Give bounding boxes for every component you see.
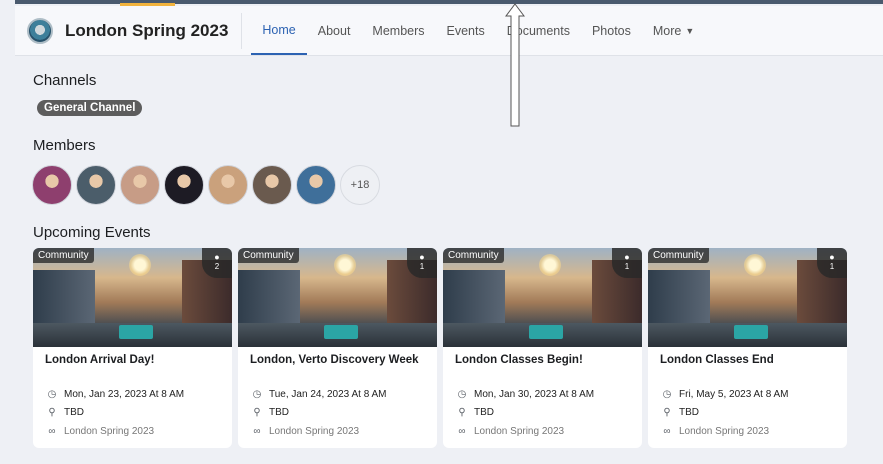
attendee-count-badge: ● 1 bbox=[817, 248, 847, 278]
attendee-count: 1 bbox=[829, 262, 835, 271]
event-title[interactable]: London, Verto Discovery Week bbox=[250, 353, 425, 385]
event-title[interactable]: London Classes Begin! bbox=[455, 353, 630, 385]
event-location: TBD bbox=[474, 407, 494, 419]
group-name[interactable]: London Spring 2023 bbox=[65, 21, 228, 41]
avatar[interactable] bbox=[120, 165, 160, 205]
event-group[interactable]: London Spring 2023 bbox=[269, 426, 359, 437]
nav-tabs: Home About Members Events Documents Phot… bbox=[251, 6, 705, 55]
members-title: Members bbox=[33, 137, 96, 154]
person-icon: ● bbox=[214, 252, 220, 262]
event-card[interactable]: Community ● 1 London Classes Begin! ◷ Mo… bbox=[443, 248, 642, 448]
tab-more[interactable]: More ▼ bbox=[642, 6, 705, 55]
event-card[interactable]: Community ● 1 London, Verto Discovery We… bbox=[238, 248, 437, 448]
channel-general[interactable]: General Channel bbox=[37, 100, 143, 116]
event-datetime-row: ◷ Mon, Jan 23, 2023 At 8 AM bbox=[45, 385, 220, 404]
event-category-tag: Community bbox=[238, 248, 299, 263]
event-location: TBD bbox=[679, 407, 699, 419]
group-icon: ∞ bbox=[253, 425, 261, 437]
group-icon: ∞ bbox=[48, 425, 56, 437]
event-image: Community ● 1 bbox=[443, 248, 642, 347]
avatar[interactable] bbox=[164, 165, 204, 205]
attendee-count: 2 bbox=[214, 262, 220, 271]
event-datetime-row: ◷ Fri, May 5, 2023 At 8 AM bbox=[660, 385, 835, 404]
channels-title: Channels bbox=[33, 72, 97, 89]
event-datetime: Mon, Jan 23, 2023 At 8 AM bbox=[64, 388, 185, 400]
event-group-row: ∞ London Spring 2023 bbox=[45, 422, 220, 441]
group-logo[interactable] bbox=[27, 17, 53, 44]
event-card[interactable]: Community ● 1 London Classes End ◷ Fri, … bbox=[648, 248, 847, 448]
map-pin-icon: ⚲ bbox=[253, 407, 261, 419]
event-group[interactable]: London Spring 2023 bbox=[64, 426, 154, 437]
event-image: Community ● 1 bbox=[648, 248, 847, 347]
attendee-count-badge: ● 1 bbox=[612, 248, 642, 278]
up-arrow-annotation bbox=[505, 3, 525, 127]
group-icon: ∞ bbox=[458, 425, 466, 437]
event-group-row: ∞ London Spring 2023 bbox=[660, 422, 835, 441]
tab-photos[interactable]: Photos bbox=[581, 6, 642, 55]
event-category-tag: Community bbox=[33, 248, 94, 263]
events-list: Community ● 2 London Arrival Day! ◷ Mon,… bbox=[33, 248, 853, 448]
avatar[interactable] bbox=[296, 165, 336, 205]
attendee-count: 1 bbox=[419, 262, 425, 271]
event-group-row: ∞ London Spring 2023 bbox=[250, 422, 425, 441]
clock-icon: ◷ bbox=[662, 388, 672, 400]
avatar[interactable] bbox=[32, 165, 72, 205]
attendee-count-badge: ● 2 bbox=[202, 248, 232, 278]
event-meta: ◷ Tue, Jan 24, 2023 At 8 AM ⚲ TBD ∞ Lond… bbox=[250, 385, 425, 441]
event-datetime: Mon, Jan 30, 2023 At 8 AM bbox=[474, 388, 595, 400]
group-navbar: London Spring 2023 Home About Members Ev… bbox=[15, 6, 883, 56]
attendee-count: 1 bbox=[624, 262, 630, 271]
event-meta: ◷ Mon, Jan 30, 2023 At 8 AM ⚲ TBD ∞ Lond… bbox=[455, 385, 630, 441]
clock-icon: ◷ bbox=[252, 388, 262, 400]
tab-more-label: More bbox=[652, 23, 682, 38]
tab-home[interactable]: Home bbox=[251, 6, 307, 55]
nav-divider bbox=[241, 12, 243, 49]
event-title[interactable]: London Arrival Day! bbox=[45, 353, 220, 385]
event-image: Community ● 2 bbox=[33, 248, 232, 347]
person-icon: ● bbox=[419, 252, 425, 262]
upcoming-events-title: Upcoming Events bbox=[33, 224, 151, 241]
clock-icon: ◷ bbox=[47, 388, 57, 400]
person-icon: ● bbox=[624, 252, 630, 262]
event-location-row: ⚲ TBD bbox=[660, 404, 835, 423]
event-datetime-row: ◷ Tue, Jan 24, 2023 At 8 AM bbox=[250, 385, 425, 404]
attendee-count-badge: ● 1 bbox=[407, 248, 437, 278]
event-datetime: Fri, May 5, 2023 At 8 AM bbox=[679, 388, 789, 400]
tab-members[interactable]: Members bbox=[361, 6, 435, 55]
event-meta: ◷ Fri, May 5, 2023 At 8 AM ⚲ TBD ∞ Londo… bbox=[660, 385, 835, 441]
avatar[interactable] bbox=[252, 165, 292, 205]
avatar[interactable] bbox=[208, 165, 248, 205]
event-datetime-row: ◷ Mon, Jan 30, 2023 At 8 AM bbox=[455, 385, 630, 404]
map-pin-icon: ⚲ bbox=[48, 407, 56, 419]
event-card[interactable]: Community ● 2 London Arrival Day! ◷ Mon,… bbox=[33, 248, 232, 448]
clock-icon: ◷ bbox=[457, 388, 467, 400]
more-members-button[interactable]: +18 bbox=[340, 165, 380, 205]
event-location: TBD bbox=[64, 407, 84, 419]
avatar[interactable] bbox=[76, 165, 116, 205]
tab-events[interactable]: Events bbox=[436, 6, 496, 55]
event-location: TBD bbox=[269, 407, 289, 419]
tab-about[interactable]: About bbox=[307, 6, 362, 55]
event-meta: ◷ Mon, Jan 23, 2023 At 8 AM ⚲ TBD ∞ Lond… bbox=[45, 385, 220, 441]
map-pin-icon: ⚲ bbox=[663, 407, 671, 419]
event-group[interactable]: London Spring 2023 bbox=[474, 426, 564, 437]
person-icon: ● bbox=[829, 252, 835, 262]
group-icon: ∞ bbox=[663, 425, 671, 437]
event-category-tag: Community bbox=[648, 248, 709, 263]
member-avatars: +18 bbox=[32, 165, 380, 205]
event-group-row: ∞ London Spring 2023 bbox=[455, 422, 630, 441]
event-image: Community ● 1 bbox=[238, 248, 437, 347]
event-group[interactable]: London Spring 2023 bbox=[679, 426, 769, 437]
event-location-row: ⚲ TBD bbox=[45, 404, 220, 423]
event-category-tag: Community bbox=[443, 248, 504, 263]
event-location-row: ⚲ TBD bbox=[250, 404, 425, 423]
event-location-row: ⚲ TBD bbox=[455, 404, 630, 423]
event-datetime: Tue, Jan 24, 2023 At 8 AM bbox=[269, 388, 387, 400]
map-pin-icon: ⚲ bbox=[458, 407, 466, 419]
caret-down-icon: ▼ bbox=[685, 25, 695, 36]
event-title[interactable]: London Classes End bbox=[660, 353, 835, 385]
